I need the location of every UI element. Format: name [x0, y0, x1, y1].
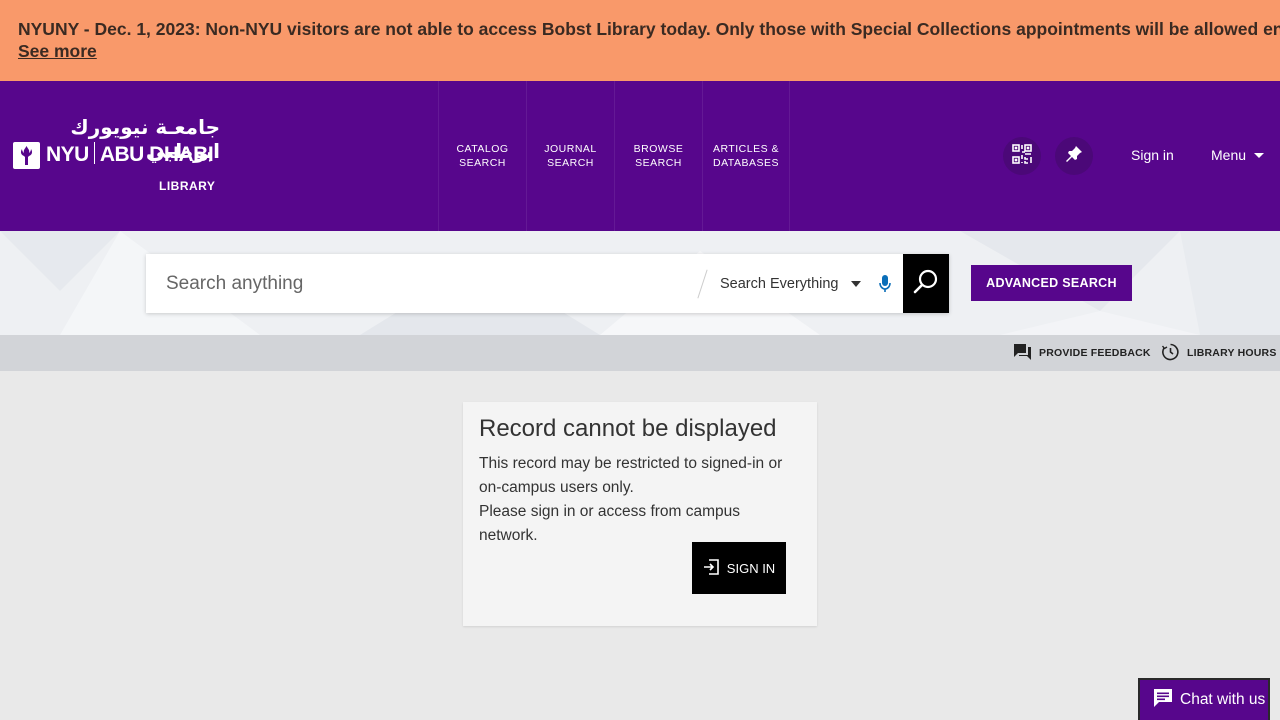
search-scope-label: Search Everything [720, 275, 839, 292]
nav-browse-search[interactable]: BROWSE SEARCH [614, 81, 702, 231]
nav-label-line2: SEARCH [635, 157, 682, 169]
nav-label-line2: SEARCH [547, 157, 594, 169]
pin-icon [1064, 144, 1084, 168]
record-message: This record may be restricted to signed-… [479, 452, 801, 548]
login-icon [703, 558, 727, 579]
site-header: جامعـة نيويورك ابوظبي NYU ABU DHABI LIBRA… [0, 81, 1280, 231]
search-scope-select[interactable]: Search Everything [720, 254, 838, 313]
menu-label: Menu [1211, 147, 1247, 163]
chevron-down-icon [1254, 153, 1265, 158]
advanced-search-button[interactable]: ADVANCED SEARCH [971, 265, 1132, 301]
record-message-line: on-campus users only. [479, 479, 634, 496]
nav-catalog-search[interactable]: CATALOG SEARCH [438, 81, 526, 231]
header-sign-in-link[interactable]: Sign in [1131, 147, 1174, 163]
qr-code-button[interactable] [1003, 137, 1041, 175]
nyu-torch-icon [13, 142, 40, 169]
record-unavailable-card: Record cannot be displayed This record m… [463, 402, 817, 626]
feedback-icon [1013, 343, 1039, 364]
logo-campus-text: ABU DHABI [99, 143, 214, 166]
provide-feedback-label: PROVIDE FEEDBACK [1039, 347, 1151, 359]
nav-label-line1: JOURNAL [544, 143, 597, 155]
menu-button[interactable]: Menu [1211, 147, 1265, 163]
logo-wordmark: NYU ABU DHABI [46, 141, 214, 169]
clock-icon [1161, 343, 1187, 364]
nav-label-line2: SEARCH [459, 157, 506, 169]
main-nav: CATALOG SEARCH JOURNAL SEARCH BROWSE SEARCH… [438, 81, 790, 231]
library-hours-link[interactable]: LIBRARY HOURS [1161, 335, 1277, 371]
chat-label: Chat with us [1180, 691, 1266, 708]
record-message-line: This record may be restricted to signed-… [479, 455, 783, 472]
alert-banner: NYUNY - Dec. 1, 2023: Non-NYU visitors a… [0, 0, 1280, 81]
utility-bar: PROVIDE FEEDBACK LIBRARY HOURS [0, 335, 1280, 371]
chevron-down-icon[interactable] [851, 281, 861, 287]
chat-widget-button[interactable]: Chat with us [1138, 678, 1270, 720]
search-input[interactable] [146, 254, 696, 313]
chat-icon [1152, 687, 1180, 713]
record-sign-in-button[interactable]: SIGN IN [692, 542, 786, 594]
logo-separator [93, 142, 95, 164]
search-button[interactable] [903, 254, 949, 313]
library-hours-label: LIBRARY HOURS [1187, 347, 1277, 359]
qr-code-icon [1011, 143, 1033, 169]
nav-label-line2: DATABASES [713, 157, 779, 169]
microphone-icon[interactable] [878, 274, 892, 298]
search-icon [912, 268, 940, 300]
pin-button[interactable] [1055, 137, 1093, 175]
nav-label-line1: BROWSE [633, 143, 684, 155]
logo-nyu-text: NYU [46, 143, 89, 166]
search-divider [697, 269, 708, 299]
nav-label-line1: CATALOG [456, 143, 509, 155]
logo-library-text: LIBRARY [159, 179, 216, 193]
library-logo[interactable]: جامعـة نيويورك ابوظبي NYU ABU DHABI LIBRA… [12, 115, 224, 197]
search-box: Search Everything [146, 254, 949, 313]
alert-message: NYUNY - Dec. 1, 2023: Non-NYU visitors a… [18, 19, 1280, 39]
record-sign-in-label: SIGN IN [726, 560, 776, 576]
search-band: Search Everything ADVANCED SEARCH [0, 231, 1280, 335]
see-more-link[interactable]: See more [18, 40, 97, 62]
provide-feedback-link[interactable]: PROVIDE FEEDBACK [1013, 335, 1151, 371]
nav-label-line1: ARTICLES & [712, 143, 780, 155]
record-title: Record cannot be displayed [479, 415, 777, 442]
nav-articles-databases[interactable]: ARTICLES & DATABASES [702, 81, 790, 231]
nav-journal-search[interactable]: JOURNAL SEARCH [526, 81, 614, 231]
record-message-line: Please sign in or access from campus net… [479, 503, 741, 544]
